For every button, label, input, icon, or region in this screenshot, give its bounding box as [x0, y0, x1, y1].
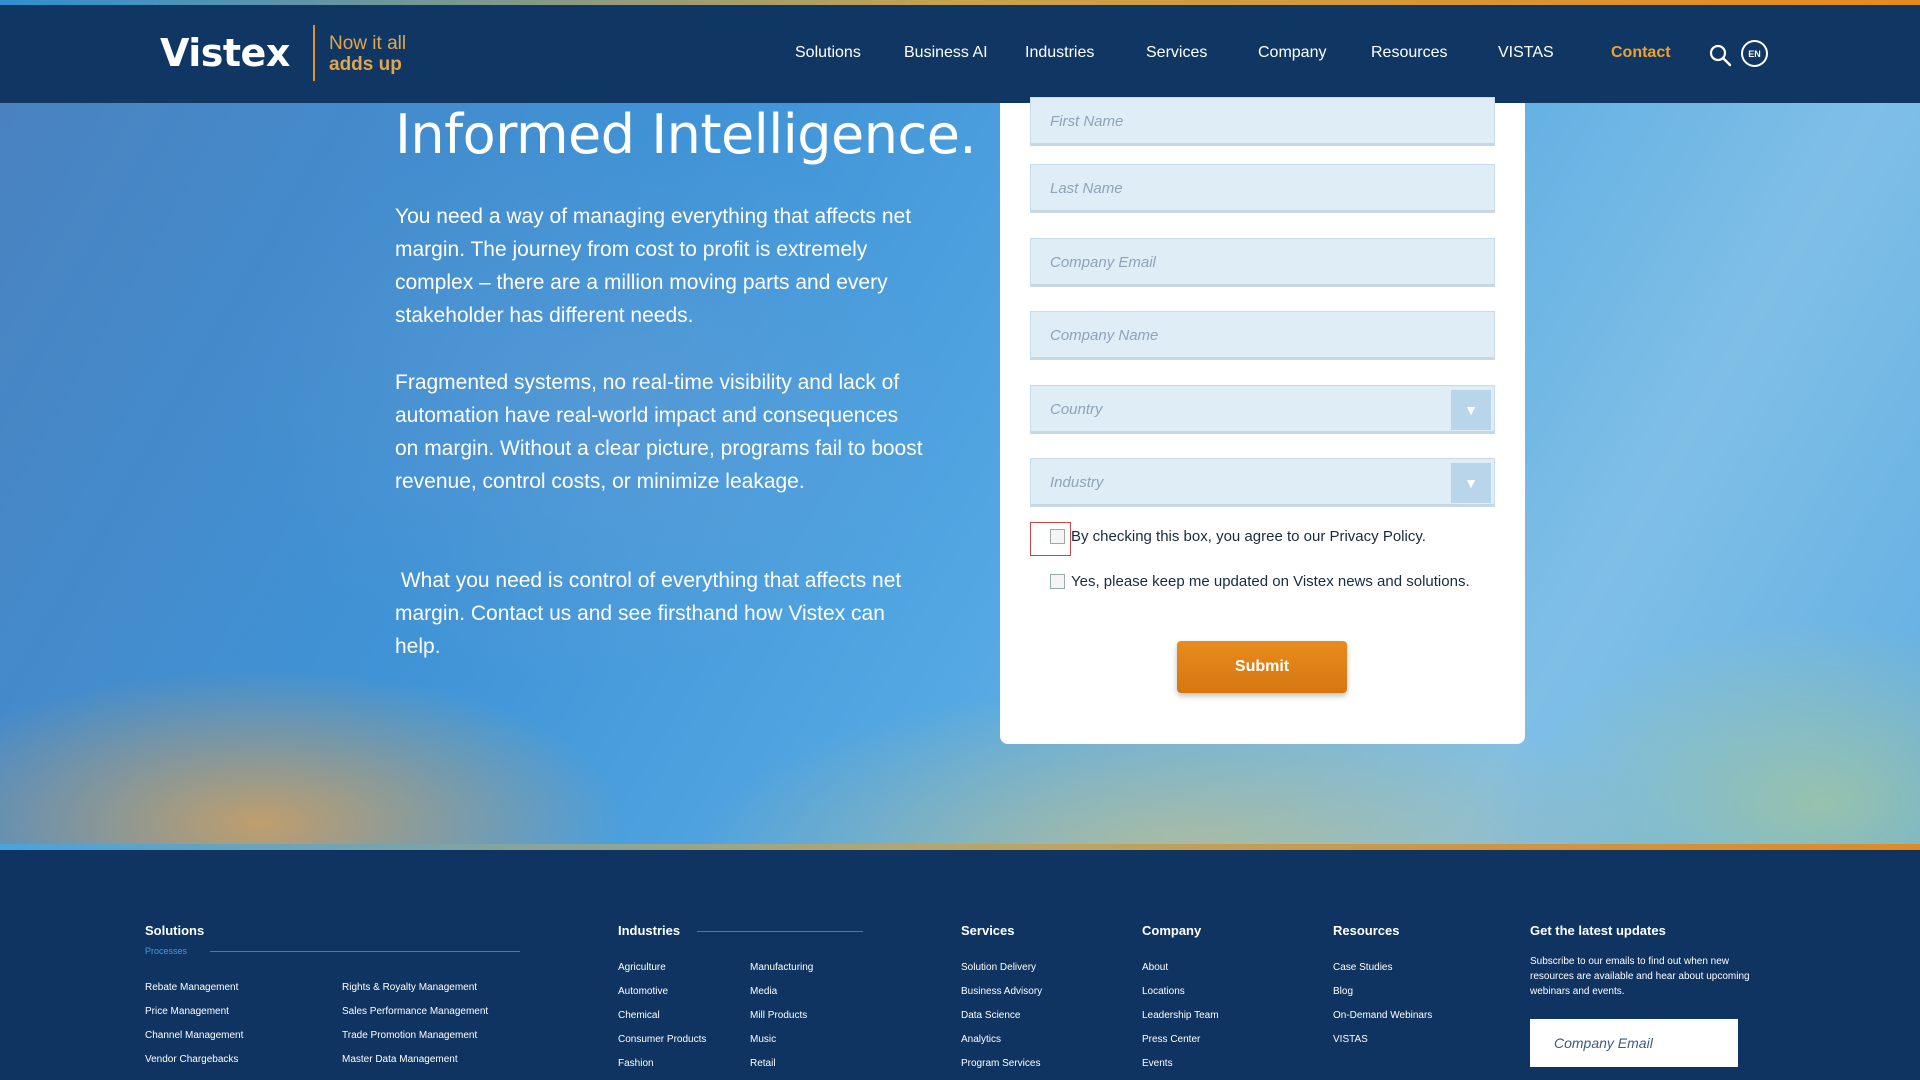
- company-name-field: [1030, 311, 1495, 360]
- industry-select[interactable]: ▼: [1030, 458, 1495, 507]
- country-select[interactable]: ▼: [1030, 385, 1495, 434]
- hero-headline: Informed Intelligence.: [395, 103, 977, 166]
- nav-industries[interactable]: Industries: [1025, 44, 1094, 62]
- footer-link[interactable]: Leadership Team: [1142, 1010, 1219, 1021]
- site-footer: Solutions Processes Rebate Management Pr…: [0, 850, 1920, 1080]
- hero-paragraph-1: You need a way of managing everything th…: [395, 205, 912, 327]
- footer-industries-title[interactable]: Industries: [618, 923, 680, 938]
- footer-link[interactable]: Master Data Management: [342, 1054, 458, 1065]
- footer-updates-description: Subscribe to our emails to find out when…: [1530, 956, 1750, 997]
- hero-section: Informed Intelligence. You need a way of…: [0, 103, 1920, 845]
- country-select-value[interactable]: [1031, 386, 1494, 433]
- footer-link[interactable]: Program Services: [961, 1058, 1040, 1069]
- footer-link[interactable]: Retail: [750, 1058, 776, 1069]
- updates-checkbox[interactable]: [1050, 574, 1065, 589]
- footer-link[interactable]: Manufacturing: [750, 962, 813, 973]
- tagline-line2: adds up: [329, 54, 402, 75]
- footer-link[interactable]: Agriculture: [618, 962, 666, 973]
- footer-link[interactable]: On-Demand Webinars: [1333, 1010, 1432, 1021]
- footer-solutions-title[interactable]: Solutions: [145, 923, 204, 938]
- footer-link[interactable]: Mill Products: [750, 1010, 807, 1021]
- footer-link[interactable]: Business Advisory: [961, 986, 1042, 997]
- contact-form: ▼ ▼ By checking this box, you agree to o…: [1000, 97, 1525, 744]
- nav-vistas[interactable]: VISTAS: [1498, 44, 1554, 62]
- footer-email-input[interactable]: [1530, 1019, 1738, 1067]
- company-email-field: [1030, 238, 1495, 287]
- footer-services-title[interactable]: Services: [961, 923, 1015, 938]
- first-name-input[interactable]: [1031, 98, 1494, 145]
- nav-contact[interactable]: Contact: [1611, 44, 1671, 62]
- footer-email-field: [1530, 1019, 1738, 1067]
- privacy-checkbox-label[interactable]: By checking this box, you agree to our P…: [1071, 528, 1426, 545]
- nav-business-ai[interactable]: Business AI: [904, 44, 988, 62]
- last-name-input[interactable]: [1031, 165, 1494, 212]
- footer-link[interactable]: Events: [1142, 1058, 1173, 1069]
- chevron-down-icon[interactable]: ▼: [1451, 390, 1491, 430]
- footer-link[interactable]: Chemical: [618, 1010, 660, 1021]
- search-icon[interactable]: [1708, 43, 1732, 67]
- footer-link[interactable]: Channel Management: [145, 1030, 243, 1041]
- privacy-checkbox[interactable]: [1050, 529, 1065, 544]
- last-name-field: [1030, 164, 1495, 213]
- footer-company-title[interactable]: Company: [1142, 923, 1201, 938]
- submit-button[interactable]: Submit: [1177, 641, 1347, 693]
- footer-processes-label[interactable]: Processes: [145, 946, 187, 956]
- hero-paragraph-3: What you need is control of everything t…: [395, 569, 908, 658]
- footer-link[interactable]: Rights & Royalty Management: [342, 982, 477, 993]
- footer-link[interactable]: Locations: [1142, 986, 1185, 997]
- footer-link[interactable]: Price Management: [145, 1006, 229, 1017]
- footer-link[interactable]: Fashion: [618, 1058, 654, 1069]
- footer-link[interactable]: Data Science: [961, 1010, 1020, 1021]
- nav-resources[interactable]: Resources: [1371, 44, 1447, 62]
- nav-services[interactable]: Services: [1146, 44, 1207, 62]
- privacy-checkbox-row: By checking this box, you agree to our P…: [1030, 528, 1426, 545]
- footer-updates-title: Get the latest updates: [1530, 923, 1666, 938]
- tagline-line1: Now it all: [329, 33, 407, 54]
- nav-solutions[interactable]: Solutions: [795, 44, 861, 62]
- updates-checkbox-row: Yes, please keep me updated on Vistex ne…: [1030, 573, 1470, 590]
- tagline: Now it all adds up: [329, 33, 406, 75]
- first-name-field: [1030, 97, 1495, 146]
- footer-link[interactable]: About: [1142, 962, 1168, 973]
- industry-select-value[interactable]: [1031, 459, 1494, 506]
- footer-link[interactable]: Automotive: [618, 986, 668, 997]
- footer-divider: [697, 931, 863, 932]
- footer-link[interactable]: Sales Performance Management: [342, 1006, 488, 1017]
- hero-paragraph-2: Fragmented systems, no real-time visibil…: [395, 371, 923, 493]
- footer-link[interactable]: Consumer Products: [618, 1034, 706, 1045]
- footer-divider: [210, 951, 520, 952]
- footer-resources-title[interactable]: Resources: [1333, 923, 1399, 938]
- vistex-logo[interactable]: Vistex: [160, 31, 290, 75]
- footer-link[interactable]: Solution Delivery: [961, 962, 1036, 973]
- footer-link[interactable]: Case Studies: [1333, 962, 1392, 973]
- footer-link[interactable]: Press Center: [1142, 1034, 1200, 1045]
- chevron-down-icon[interactable]: ▼: [1451, 463, 1491, 503]
- nav-company[interactable]: Company: [1258, 44, 1326, 62]
- footer-link[interactable]: VISTAS: [1333, 1034, 1368, 1045]
- footer-link[interactable]: Rebate Management: [145, 982, 238, 993]
- language-selector[interactable]: EN: [1741, 40, 1768, 67]
- hero-background: [0, 103, 1920, 845]
- company-email-input[interactable]: [1031, 239, 1494, 286]
- footer-link[interactable]: Vendor Chargebacks: [145, 1054, 238, 1065]
- footer-link[interactable]: Analytics: [961, 1034, 1001, 1045]
- footer-link[interactable]: Trade Promotion Management: [342, 1030, 477, 1041]
- logo-divider: [313, 25, 315, 81]
- footer-link[interactable]: Music: [750, 1034, 776, 1045]
- footer-link[interactable]: Blog: [1333, 986, 1353, 997]
- updates-checkbox-label[interactable]: Yes, please keep me updated on Vistex ne…: [1071, 573, 1470, 590]
- site-header: Vistex Now it all adds up Solutions Busi…: [0, 5, 1920, 103]
- footer-link[interactable]: Media: [750, 986, 777, 997]
- company-name-input[interactable]: [1031, 312, 1494, 359]
